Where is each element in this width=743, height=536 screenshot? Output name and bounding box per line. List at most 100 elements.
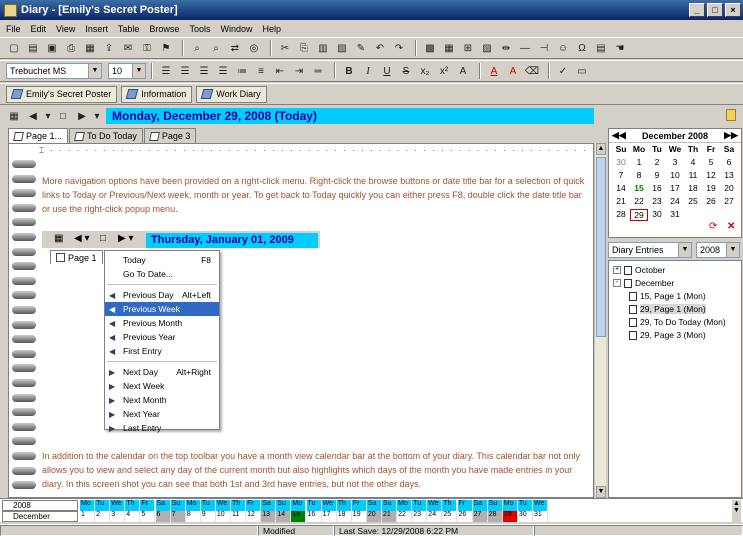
- monthbar-day[interactable]: 4: [125, 511, 141, 522]
- attach-icon[interactable]: ⊞: [460, 40, 476, 56]
- diary-tab-emily[interactable]: Emily's Secret Poster: [6, 85, 118, 103]
- prev-month-icon[interactable]: ◀◀: [612, 130, 626, 141]
- clipboard-icon[interactable]: ▤: [593, 40, 609, 56]
- monthbar-day[interactable]: 28: [487, 511, 503, 522]
- menu-table[interactable]: Table: [118, 24, 140, 34]
- scroll-up-icon[interactable]: ▲: [596, 143, 606, 155]
- monthbar-day[interactable]: 2: [95, 511, 111, 522]
- menu-tools[interactable]: Tools: [189, 24, 210, 34]
- lock-icon[interactable]: [726, 109, 736, 121]
- calendar-day[interactable]: 11: [684, 170, 702, 180]
- justify-icon[interactable]: ☰: [215, 63, 231, 79]
- menu-item-previous-year[interactable]: ◀ Previous Year: [105, 330, 219, 344]
- entries-year-select[interactable]: 2008 ▼: [696, 242, 740, 258]
- find-next-icon[interactable]: ⌕: [208, 40, 224, 56]
- calendar-day[interactable]: 18: [684, 183, 702, 193]
- scroll-down-icon[interactable]: ▼: [596, 486, 606, 498]
- monthbar-day[interactable]: 24: [427, 511, 443, 522]
- calendar-day[interactable]: 14: [612, 183, 630, 193]
- tab-to-do-today[interactable]: To Do Today: [69, 128, 143, 143]
- smiley-icon[interactable]: ☺: [555, 40, 571, 56]
- menu-item-next-month[interactable]: ▶ Next Month: [105, 393, 219, 407]
- horizontal-line-icon[interactable]: ═: [310, 63, 326, 79]
- monthbar-day[interactable]: 7: [170, 511, 186, 522]
- tree-entry-node[interactable]: 29, Page 1 (Mon): [609, 303, 741, 315]
- menu-edit[interactable]: Edit: [31, 24, 47, 34]
- monthbar-spinner[interactable]: ▲ ▼: [732, 500, 741, 522]
- underline-icon[interactable]: U: [379, 63, 395, 79]
- monthbar-day[interactable]: 23: [412, 511, 428, 522]
- menu-item-next-year[interactable]: ▶ Next Year: [105, 407, 219, 421]
- calendar-day[interactable]: 8: [630, 170, 648, 180]
- lock-icon[interactable]: ⚿: [139, 40, 155, 56]
- monthbar-day[interactable]: 31: [533, 511, 548, 522]
- monthbar-day[interactable]: 15: [291, 511, 307, 522]
- menu-view[interactable]: View: [56, 24, 75, 34]
- undo-icon[interactable]: ↶: [372, 40, 388, 56]
- monthbar-month[interactable]: December: [2, 511, 78, 522]
- monthbar-day[interactable]: 17: [322, 511, 337, 522]
- print-icon[interactable]: ⎙: [63, 40, 79, 56]
- editor-scrollbar[interactable]: ▲ ▼: [594, 143, 606, 498]
- close-button[interactable]: ×: [725, 3, 741, 17]
- menu-item-next-week[interactable]: ▶ Next Week: [105, 379, 219, 393]
- monthbar-day[interactable]: 18: [337, 511, 352, 522]
- menu-help[interactable]: Help: [262, 24, 281, 34]
- today-icon[interactable]: □: [55, 108, 71, 124]
- symbol-icon[interactable]: Ω: [574, 40, 590, 56]
- tab-page-1[interactable]: Page 1...: [8, 128, 69, 143]
- diary-tab-work[interactable]: Work Diary: [196, 85, 267, 103]
- minimize-button[interactable]: _: [689, 3, 705, 17]
- calendar-day[interactable]: 12: [702, 170, 720, 180]
- save-icon[interactable]: ▣: [44, 40, 60, 56]
- monthbar-day[interactable]: 21: [382, 511, 397, 522]
- monthbar-day[interactable]: 27: [472, 511, 488, 522]
- font-select[interactable]: Trebuchet MS ▼: [6, 63, 102, 79]
- font-effect-icon[interactable]: A: [455, 63, 471, 79]
- strikethrough-icon[interactable]: S: [398, 63, 414, 79]
- calendar-day[interactable]: 26: [702, 196, 720, 206]
- tree-month-node[interactable]: + October: [609, 264, 741, 276]
- paste-icon[interactable]: ▥: [315, 40, 331, 56]
- spellcheck-icon[interactable]: ✓: [555, 63, 571, 79]
- chevron-down-icon[interactable]: ▾: [44, 108, 52, 124]
- menu-item-today[interactable]: Today F8: [105, 253, 219, 267]
- calendar-day[interactable]: 10: [666, 170, 684, 180]
- menu-browse[interactable]: Browse: [149, 24, 179, 34]
- calendar-day[interactable]: 5: [702, 157, 720, 167]
- cut-icon[interactable]: ✂: [277, 40, 293, 56]
- monthbar-day[interactable]: 11: [231, 511, 246, 522]
- menu-item-last-entry[interactable]: ▶ Last Entry: [105, 421, 219, 435]
- superscript-icon[interactable]: x²: [436, 63, 452, 79]
- monthbar-day[interactable]: 1: [80, 511, 95, 522]
- monthbar-day[interactable]: 30: [518, 511, 533, 522]
- menu-file[interactable]: File: [6, 24, 21, 34]
- picture-icon[interactable]: ▩: [422, 40, 438, 56]
- bookmark-icon[interactable]: ⚑: [158, 40, 174, 56]
- copy-icon[interactable]: ⎘: [296, 40, 312, 56]
- line-icon[interactable]: —: [517, 40, 533, 56]
- abc-icon[interactable]: ▭: [574, 63, 590, 79]
- monthbar-day[interactable]: 3: [110, 511, 126, 522]
- scroll-thumb[interactable]: [596, 157, 606, 337]
- indent-icon[interactable]: ⇥: [291, 63, 307, 79]
- collapse-icon[interactable]: -: [613, 279, 621, 287]
- close-icon[interactable]: ✕: [727, 221, 735, 232]
- calendar-day[interactable]: 17: [666, 183, 684, 193]
- bullets-icon[interactable]: ≔: [234, 63, 250, 79]
- calendar-day[interactable]: 23: [648, 196, 666, 206]
- hand-icon[interactable]: ☚: [612, 40, 628, 56]
- calendar-day[interactable]: 27: [720, 196, 738, 206]
- diary-tab-information[interactable]: Information: [121, 85, 193, 103]
- tree-entry-node[interactable]: 29, To Do Today (Mon): [609, 316, 741, 328]
- monthbar-day[interactable]: 26: [458, 511, 473, 522]
- page-break-icon[interactable]: ⊣: [536, 40, 552, 56]
- calendar-day[interactable]: 20: [720, 183, 738, 193]
- monthbar-day[interactable]: 22: [397, 511, 413, 522]
- paste-special-icon[interactable]: ▧: [334, 40, 350, 56]
- format-painter-icon[interactable]: ✎: [353, 40, 369, 56]
- monthbar-day[interactable]: 10: [216, 511, 231, 522]
- highlight-icon[interactable]: A: [505, 63, 521, 79]
- calendar-day[interactable]: 1: [630, 157, 648, 167]
- menu-item-first-entry[interactable]: ◀ First Entry: [105, 344, 219, 358]
